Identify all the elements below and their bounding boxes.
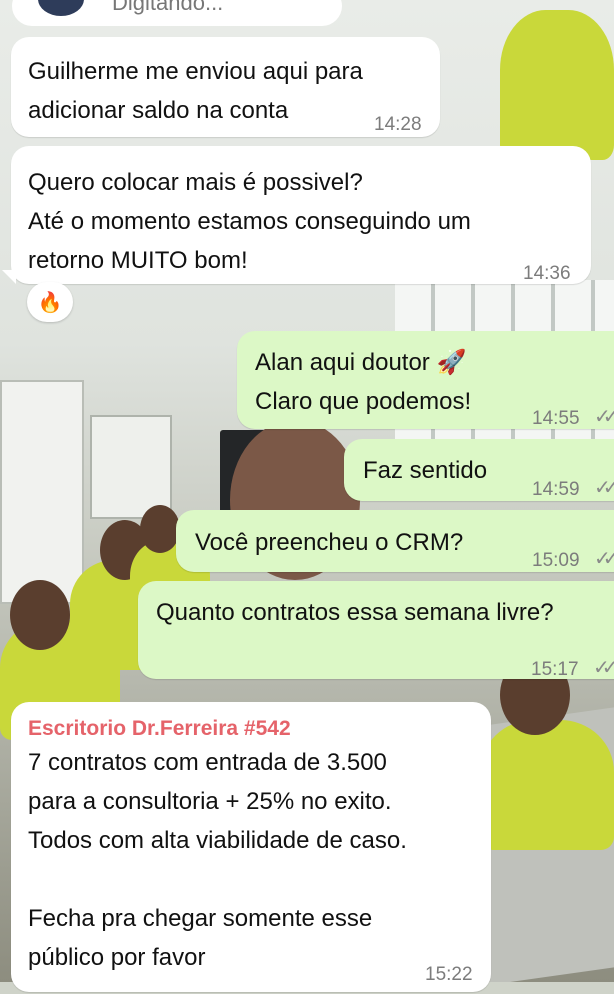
message-time: 15:22 <box>425 964 473 985</box>
message-time: 14:28 <box>374 114 422 135</box>
message-bubble-incoming[interactable]: Escritorio Dr.Ferreira #542 7 contratos … <box>11 702 491 992</box>
message-time: 15:17 <box>531 659 579 680</box>
read-checks-icon: ✓✓ <box>594 477 614 499</box>
read-checks-icon: ✓✓ <box>593 657 614 679</box>
typing-status: Digitando... <box>112 0 224 15</box>
message-text: Você preencheu o CRM? <box>195 529 464 556</box>
message-time: 14:59 <box>532 479 580 500</box>
message-text: Guilherme me enviou aqui para adicionar … <box>28 58 363 124</box>
message-text: Quero colocar mais é possivel? Até o mom… <box>28 169 471 274</box>
message-text: Faz sentido <box>363 457 488 484</box>
message-text: Alan aqui doutor 🚀 Claro que podemos! <box>255 349 472 415</box>
message-bubble-outgoing[interactable]: Alan aqui doutor 🚀 Claro que podemos! 14… <box>237 331 614 429</box>
read-checks-icon: ✓✓ <box>594 406 614 428</box>
message-time: 14:36 <box>523 263 571 284</box>
message-bubble-outgoing[interactable]: Quanto contratos essa semana livre? 15:1… <box>138 581 614 680</box>
message-bubble-outgoing[interactable]: Faz sentido 14:59 ✓✓ <box>344 439 614 501</box>
fire-reaction-icon[interactable]: 🔥 <box>27 282 73 322</box>
message-time: 14:55 <box>532 408 580 429</box>
read-checks-icon: ✓✓ <box>594 548 614 570</box>
message-bubble-incoming[interactable]: Quero colocar mais é possivel? Até o mom… <box>11 146 591 284</box>
message-bubble-outgoing[interactable]: Você preencheu o CRM? 15:09 ✓✓ <box>176 510 614 572</box>
message-text: Quanto contratos essa semana livre? <box>156 599 554 626</box>
message-bubble-incoming[interactable]: Guilherme me enviou aqui para adicionar … <box>11 37 440 137</box>
sender-name[interactable]: Escritorio Dr.Ferreira #542 <box>28 714 291 744</box>
message-text: 7 contratos com entrada de 3.500 para a … <box>28 749 407 971</box>
message-time: 15:09 <box>532 550 580 571</box>
bubble-tail <box>2 270 16 284</box>
